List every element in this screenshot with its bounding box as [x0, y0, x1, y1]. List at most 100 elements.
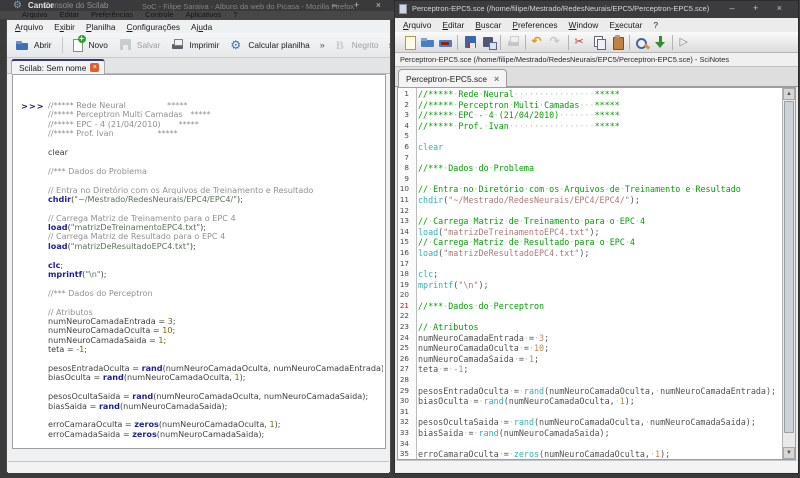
code-line[interactable]: 5: [398, 131, 782, 142]
line-content[interactable]: erroCamaraOculta·=·zeros(numNeuroCamadaO…: [413, 449, 782, 459]
line-content[interactable]: numNeuroCamadaOculta·=·10;: [413, 343, 782, 354]
code-line[interactable]: 8 //***·Dados·do·Problema: [398, 163, 782, 174]
toolbar-overflow-chevron[interactable]: »: [320, 40, 325, 50]
line-content[interactable]: numNeuroCamadaEntrada·=·3;: [413, 333, 782, 344]
code-line[interactable]: numNeuroCamadaOculta = 10;: [48, 326, 383, 335]
line-content[interactable]: clear: [413, 142, 782, 153]
line-content[interactable]: biasSaida·=·rand(numNeuroCamadaSaida);: [413, 428, 782, 439]
code-line[interactable]: 35 erroCamaraOculta·=·zeros(numNeuroCamad…: [398, 449, 782, 459]
menu-buscar[interactable]: Buscar: [475, 20, 501, 30]
code-line[interactable]: [48, 355, 383, 364]
line-content[interactable]: //***·Dados·do·Problema: [413, 163, 782, 174]
line-content[interactable]: [413, 311, 782, 322]
code-line[interactable]: 24 numNeuroCamadaEntrada·=·3;: [398, 333, 782, 344]
code-line[interactable]: 2 //*****·Perceptron·Multi·Camadas···****…: [398, 100, 782, 111]
line-content[interactable]: //*****·Rede·Neural················*****: [413, 89, 782, 100]
vertical-scrollbar[interactable]: ▲ ▼: [782, 88, 795, 459]
line-content[interactable]: [413, 131, 782, 142]
code-line[interactable]: 15 //·Carrega·Matriz·de·Resultado·para·o·…: [398, 237, 782, 248]
code-line[interactable]: clc;: [48, 261, 383, 270]
find-replace-button[interactable]: [633, 34, 651, 51]
code-line[interactable]: 16 load("matrizDeResultadoEPC4.txt");: [398, 248, 782, 259]
line-content[interactable]: //·Carrega·Matriz·de·Treinamento·para·o·…: [413, 216, 782, 227]
menu-arquivo[interactable]: Arquivo: [15, 22, 43, 32]
line-content[interactable]: load("matrizDeResultadoEPC4.txt");: [413, 248, 782, 259]
code-line[interactable]: 34: [398, 439, 782, 450]
code-line[interactable]: //***** EPC - 4 (21/04/2010) *****: [48, 120, 383, 129]
code-line[interactable]: // Carrega Matriz de Treinamento para o …: [48, 214, 383, 223]
code-editor[interactable]: 1 //*****·Rede·Neural················****…: [397, 87, 796, 460]
line-content[interactable]: [413, 206, 782, 217]
open-file-button[interactable]: [418, 34, 436, 51]
code-line[interactable]: [48, 279, 383, 288]
firefox-window-buttons[interactable]: – + ×: [332, 0, 388, 10]
code-line[interactable]: 30 biasOculta·=·rand(numNeuroCamadaOculta…: [398, 396, 782, 407]
code-line[interactable]: 1 //*****·Rede·Neural················****…: [398, 89, 782, 100]
menu-arquivo[interactable]: Arquivo: [403, 20, 431, 30]
line-content[interactable]: //*****·EPC·-·4·(21/04/2010)·······*****: [413, 110, 782, 121]
code-line[interactable]: [48, 157, 383, 166]
imprimir-button[interactable]: Imprimir: [170, 38, 219, 52]
line-content[interactable]: [413, 407, 782, 418]
code-line[interactable]: [48, 411, 383, 420]
execute-button[interactable]: [676, 34, 694, 51]
copy-button[interactable]: [590, 34, 608, 51]
abrir-button[interactable]: Abrir: [15, 38, 52, 52]
code-line[interactable]: //*** Dados do Perceptron: [48, 289, 383, 298]
code-line[interactable]: 4 //*****·Prof.·Ivan·················****…: [398, 121, 782, 132]
code-line[interactable]: 18 clc;: [398, 269, 782, 280]
code-line[interactable]: 23 //·Atributos: [398, 322, 782, 333]
code-line[interactable]: [48, 204, 383, 213]
code-line[interactable]: 17: [398, 259, 782, 270]
code-line[interactable]: clear: [48, 148, 383, 157]
code-line[interactable]: numNeuroCamadaEntrada = 3;: [48, 317, 383, 326]
line-content[interactable]: //*****·Prof.·Ivan·················*****: [413, 121, 782, 132]
code-line[interactable]: 22: [398, 311, 782, 322]
code-line[interactable]: [48, 139, 383, 148]
code-line[interactable]: [48, 383, 383, 392]
code-line[interactable]: //***** Rede Neural *****: [48, 101, 383, 110]
paste-button[interactable]: [608, 34, 626, 51]
load-into-scilab-button[interactable]: [651, 34, 669, 51]
menu-ajuda[interactable]: Ajuda: [191, 22, 212, 32]
tab-scilab-worksheet[interactable]: Scilab: Sem nome ×: [11, 59, 106, 74]
new-file-button[interactable]: [400, 34, 418, 51]
line-content[interactable]: [413, 174, 782, 185]
code-line[interactable]: 3 //*****·EPC·-·4·(21/04/2010)·······****…: [398, 110, 782, 121]
line-content[interactable]: [413, 259, 782, 270]
novo-button[interactable]: Novo: [70, 35, 108, 52]
worksheet-editor[interactable]: >>> //***** Rede Neural *****//***** Per…: [12, 74, 386, 449]
code-line[interactable]: // Atributos: [48, 308, 383, 317]
menu-preferences[interactable]: Preferences: [512, 20, 557, 30]
calcular-planilha-button[interactable]: Calcular planilha: [229, 38, 309, 52]
code-line[interactable]: // Carrega Matriz de Resultado para o EP…: [48, 232, 383, 241]
code-line[interactable]: //***** Perceptron Multi Camadas *****: [48, 110, 383, 119]
menu-window[interactable]: Window: [569, 20, 599, 30]
line-content[interactable]: [413, 290, 782, 301]
line-content[interactable]: pesosEntradaOculta·=·rand(numNeuroCamada…: [413, 386, 782, 397]
save-as-button[interactable]: [479, 34, 497, 51]
line-content[interactable]: pesosOcultaSaida·=·rand(numNeuroCamadaOc…: [413, 417, 782, 428]
code-line[interactable]: 21 //***·Dados·do·Perceptron: [398, 301, 782, 312]
code-line[interactable]: biasSaida = rand(numNeuroCamadaSaida);: [48, 402, 383, 411]
line-content[interactable]: [413, 439, 782, 450]
line-content[interactable]: teta·=·-1;: [413, 364, 782, 375]
code-line[interactable]: // Entra no Diretório com os Arquivos de…: [48, 186, 383, 195]
menu-item[interactable]: ?: [653, 20, 658, 30]
code-line[interactable]: [48, 176, 383, 185]
code-line[interactable]: 29 pesosEntradaOculta·=·rand(numNeuroCama…: [398, 386, 782, 397]
line-content[interactable]: mprintf("\n");: [413, 280, 782, 291]
code-line[interactable]: //***** Prof. Ivan *****: [48, 129, 383, 138]
code-line[interactable]: 28: [398, 375, 782, 386]
code-line[interactable]: load("matrizDeTreinamentoEPC4.txt");: [48, 223, 383, 232]
tab-close-icon[interactable]: ×: [494, 74, 499, 84]
editor-code[interactable]: 1 //*****·Rede·Neural················****…: [398, 89, 782, 459]
code-line[interactable]: 10 //·Entra·no·Diretório·com·os·Arquivos·…: [398, 184, 782, 195]
line-content[interactable]: chdir("~/Mestrado/RedesNeurais/EPC4/EPC4…: [413, 195, 782, 206]
code-line[interactable]: 32 pesosOcultaSaida·=·rand(numNeuroCamada…: [398, 417, 782, 428]
toolbar-overflow-chevron[interactable]: »: [389, 40, 390, 50]
scroll-up-icon[interactable]: ▲: [783, 88, 795, 100]
scinotes-window-buttons[interactable]: – + ×: [729, 3, 790, 13]
menu-executar[interactable]: Executar: [609, 20, 642, 30]
scinotes-titlebar[interactable]: Perceptron-EPC5.sce (/home/filipe/Mestra…: [395, 1, 798, 18]
